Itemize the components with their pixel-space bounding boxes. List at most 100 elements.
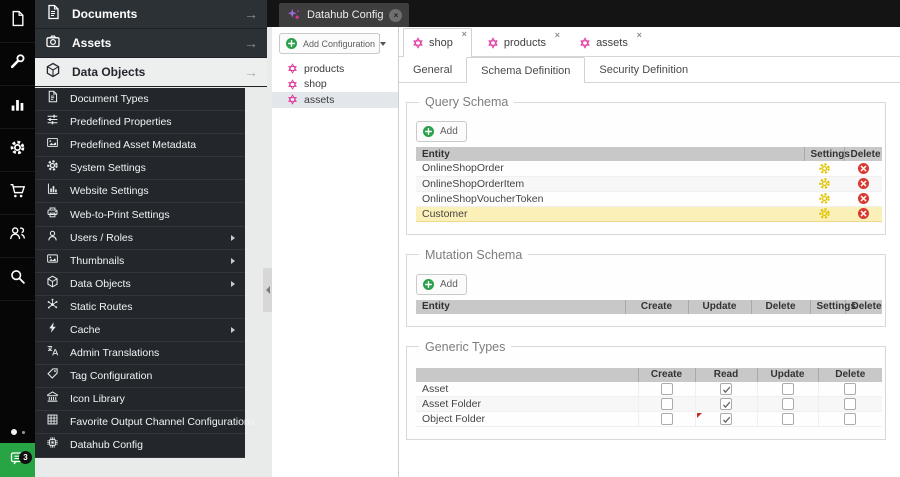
reports-nav-button[interactable] (0, 86, 35, 129)
checkbox-asset-read[interactable] (720, 382, 732, 395)
column-header-entity[interactable]: Entity (416, 147, 805, 161)
add-configuration-dropdown[interactable] (379, 34, 387, 53)
submenu-data-objects[interactable]: Data Objects (35, 273, 245, 296)
panel-collapse-splitter[interactable] (263, 268, 272, 312)
printer-icon (46, 206, 59, 224)
submenu-static-routes[interactable]: Static Routes (35, 296, 245, 319)
icon-sidebar: 3 (0, 0, 35, 477)
settings-gear-icon[interactable] (818, 207, 831, 220)
submenu-document-types[interactable]: Document Types (35, 88, 245, 112)
notifications-button[interactable]: 3 (0, 443, 35, 477)
hexagram-icon (287, 79, 298, 90)
submenu-cache[interactable]: Cache (35, 319, 245, 343)
plus-circle-icon (285, 37, 298, 50)
table-row[interactable]: OnlineShopOrderItem (416, 176, 882, 192)
table-row-selected[interactable]: Customer (416, 206, 882, 222)
menu-assets[interactable]: Assets → (35, 29, 267, 58)
table-row[interactable]: OnlineShopOrder (416, 161, 882, 177)
delete-icon[interactable] (857, 192, 870, 205)
gear-icon (46, 159, 59, 177)
checkbox-asset-update[interactable] (781, 382, 794, 395)
mutation-schema-table: Entity Create Update Delete Settings Del… (416, 299, 882, 314)
tab-schema-definition[interactable]: Schema Definition (466, 57, 586, 83)
checkbox-object-folder-create[interactable] (660, 413, 673, 426)
notification-count-badge: 3 (19, 451, 32, 464)
table-row[interactable]: Asset (416, 381, 882, 397)
menu-documents[interactable]: Documents → (35, 0, 267, 29)
doc-tab-products[interactable]: products × (479, 30, 564, 56)
close-icon[interactable]: × (389, 8, 403, 22)
settings-nav-button[interactable] (0, 129, 35, 172)
customers-group-icon (9, 225, 26, 247)
close-icon[interactable]: × (555, 31, 560, 40)
add-configuration-main[interactable]: Add Configuration (280, 34, 379, 53)
column-header-settings[interactable]: Settings (810, 299, 856, 314)
search-nav-button[interactable] (0, 258, 35, 301)
mutation-schema-add-button[interactable]: Add (416, 273, 467, 295)
submenu-favorite-output-channels[interactable]: Favorite Output Channel Configurations (35, 411, 255, 435)
checkbox-asset-folder-update[interactable] (781, 398, 794, 411)
table-row[interactable]: Object Folder (416, 411, 882, 427)
column-header-settings[interactable]: Settings (804, 147, 850, 161)
doc-tab-assets[interactable]: assets × (571, 30, 646, 56)
workspace-tab-datahub-config[interactable]: Datahub Config × (279, 3, 410, 27)
close-icon[interactable]: × (462, 30, 467, 39)
settings-gear-icon[interactable] (818, 162, 831, 175)
tab-security-definition[interactable]: Security Definition (585, 57, 702, 82)
add-configuration-button[interactable]: Add Configuration (279, 33, 387, 54)
tree-item-shop[interactable]: shop (272, 77, 398, 93)
table-row[interactable]: Asset Folder (416, 396, 882, 412)
delete-icon[interactable] (857, 177, 870, 190)
ecommerce-nav-button[interactable] (0, 172, 35, 215)
column-header-delete[interactable]: Delete (751, 299, 811, 314)
table-row[interactable]: OnlineShopVoucherToken (416, 191, 882, 207)
documents-nav-button[interactable] (0, 0, 35, 43)
submenu-users-roles[interactable]: Users / Roles (35, 227, 245, 250)
checkbox-object-folder-update[interactable] (781, 413, 794, 426)
checkbox-asset-folder-delete[interactable] (844, 398, 857, 411)
close-icon[interactable]: × (637, 31, 642, 40)
submenu-system-settings[interactable]: System Settings (35, 157, 245, 181)
checkbox-asset-create[interactable] (660, 382, 673, 395)
hexagram-icon (579, 37, 591, 49)
column-header-update[interactable]: Update (688, 299, 752, 314)
submenu-thumbnails[interactable]: Thumbnails (35, 250, 245, 273)
settings-gear-icon[interactable] (818, 192, 831, 205)
tools-nav-button[interactable] (0, 43, 35, 86)
menu-data-objects[interactable]: Data Objects → (35, 58, 267, 87)
tools-wrench-icon (9, 53, 26, 75)
submenu-tag-configuration[interactable]: Tag Configuration (35, 365, 245, 389)
column-header-entity[interactable]: Entity (416, 299, 626, 314)
submenu-admin-translations[interactable]: Admin Translations (35, 342, 245, 366)
column-header-delete[interactable]: Delete (818, 367, 882, 382)
query-schema-add-button[interactable]: Add (416, 121, 467, 142)
settings-gear-icon[interactable] (818, 177, 831, 190)
column-header-update[interactable]: Update (757, 367, 819, 382)
checkbox-asset-delete[interactable] (844, 382, 857, 395)
delete-icon[interactable] (857, 162, 870, 175)
checkbox-object-folder-delete[interactable] (844, 413, 857, 426)
tree-item-assets[interactable]: assets (272, 92, 398, 108)
submenu-icon-library[interactable]: Icon Library (35, 388, 245, 412)
customers-nav-button[interactable] (0, 215, 35, 258)
document-tabbar: shop × products × assets × (399, 27, 900, 57)
sparkle-icon (287, 8, 301, 22)
submenu-website-settings[interactable]: Website Settings (35, 180, 245, 204)
checkbox-asset-folder-create[interactable] (660, 398, 673, 411)
checkbox-asset-folder-read[interactable] (720, 398, 732, 411)
submenu-predefined-properties[interactable]: Predefined Properties (35, 111, 245, 135)
delete-icon[interactable] (857, 207, 870, 220)
status-dot-icon (10, 429, 17, 435)
tree-item-products[interactable]: products (272, 61, 398, 77)
doc-tab-shop[interactable]: shop × (403, 28, 472, 57)
submenu-predefined-asset-metadata[interactable]: Predefined Asset Metadata (35, 134, 245, 158)
column-header-create[interactable]: Create (638, 367, 696, 382)
query-schema-fieldset: Query Schema Add Entity Settings Delete (406, 95, 886, 235)
image-metadata-icon (46, 136, 59, 154)
submenu-web-to-print[interactable]: Web-to-Print Settings (35, 203, 245, 227)
submenu-datahub-config[interactable]: Datahub Config (35, 434, 245, 458)
column-header-read[interactable]: Read (695, 367, 758, 382)
column-header-create[interactable]: Create (625, 299, 689, 314)
tab-general[interactable]: General (399, 57, 466, 82)
checkbox-object-folder-read[interactable] (720, 413, 732, 426)
